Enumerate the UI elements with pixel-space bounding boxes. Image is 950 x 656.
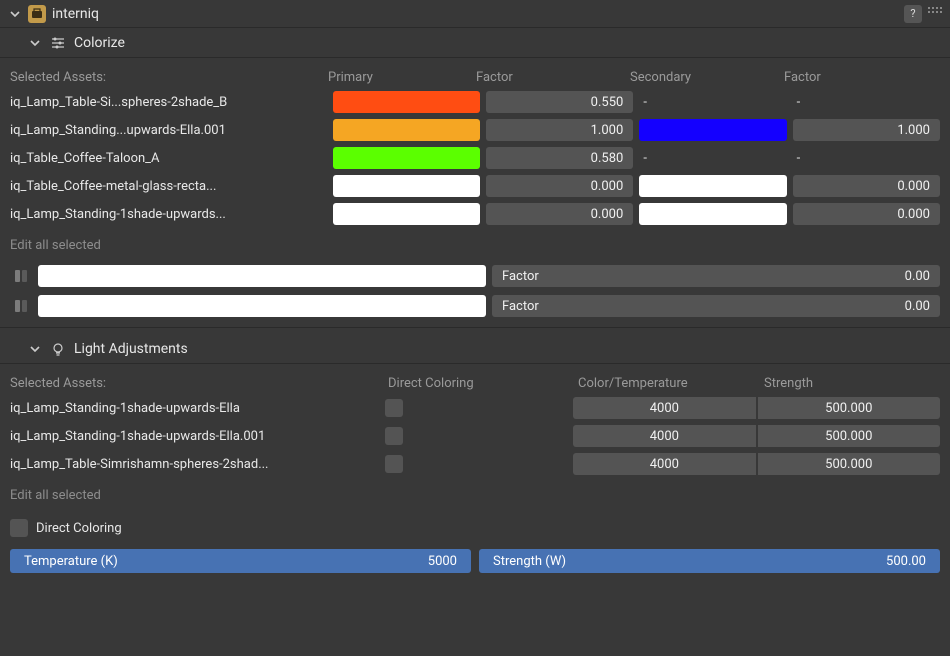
asset-name: iq_Table_Coffee-Taloon_A: [10, 151, 327, 166]
strength-field[interactable]: 500.000: [758, 425, 940, 447]
primary-color-swatch[interactable]: [333, 91, 480, 113]
light-asset-row: iq_Lamp_Standing-1shade-upwards-Ella 4000…: [10, 394, 940, 422]
color-temperature-field[interactable]: 4000: [573, 453, 755, 475]
primary-color-swatch[interactable]: [333, 147, 480, 169]
edit-color-swatch[interactable]: [38, 295, 486, 317]
lightbulb-icon: [50, 341, 66, 357]
light-asset-row: iq_Lamp_Table-Simrishamn-spheres-2shad..…: [10, 450, 940, 478]
asset-row: iq_Lamp_Standing...upwards-Ella.001 1.000…: [10, 116, 940, 144]
secondary-color-swatch[interactable]: [639, 119, 786, 141]
addon-icon: [28, 5, 46, 23]
primary-color-swatch[interactable]: [333, 175, 480, 197]
asset-name: iq_Lamp_Standing-1shade-upwards-Ella.001: [10, 429, 385, 444]
strength-field[interactable]: Strength (W) 500.00: [479, 549, 940, 573]
primary-factor-field[interactable]: 0.000: [486, 175, 633, 197]
no-value-dash: -: [793, 151, 801, 166]
column-strength: Strength: [764, 376, 940, 391]
no-value-dash: -: [639, 151, 647, 166]
subpanel-title: Colorize: [74, 35, 125, 51]
edit-all-row: Factor 0.00: [10, 291, 940, 321]
asset-name: iq_Lamp_Table-Simrishamn-spheres-2shad..…: [10, 457, 385, 472]
column-primary: Primary: [328, 70, 476, 85]
help-icon[interactable]: ?: [904, 5, 922, 23]
edit-factor-field[interactable]: Factor 0.00: [492, 295, 940, 317]
asset-row: iq_Lamp_Table-Si...spheres-2shade_B 0.550…: [10, 88, 940, 116]
primary-factor-field[interactable]: 0.580: [486, 147, 633, 169]
factor-label: Factor: [502, 299, 539, 314]
light-column-headers: Selected Assets: Direct Coloring Color/T…: [10, 372, 940, 394]
selected-assets-label: Selected Assets:: [10, 376, 388, 391]
asset-row: iq_Table_Coffee-metal-glass-recta... 0.00…: [10, 172, 940, 200]
asset-name: iq_Table_Coffee-metal-glass-recta...: [10, 179, 327, 194]
asset-row: iq_Lamp_Standing-1shade-upwards... 0.000 0…: [10, 200, 940, 228]
strength-field[interactable]: 500.000: [758, 397, 940, 419]
temperature-value: 5000: [428, 554, 457, 569]
no-value-dash: -: [793, 95, 801, 110]
chevron-down-icon[interactable]: [8, 7, 22, 21]
selected-assets-label: Selected Assets:: [10, 70, 328, 85]
color-temperature-field[interactable]: 4000: [573, 397, 755, 419]
sliders-icon: [50, 35, 66, 51]
subpanel-header-colorize[interactable]: Colorize: [0, 28, 950, 58]
factor-value: 0.00: [905, 269, 930, 284]
asset-row: iq_Table_Coffee-Taloon_A0.580--: [10, 144, 940, 172]
edit-color-swatch[interactable]: [38, 265, 486, 287]
column-color-temperature: Color/Temperature: [578, 376, 764, 391]
subpanel-header-light[interactable]: Light Adjustments: [0, 334, 950, 364]
secondary-color-swatch[interactable]: [639, 175, 786, 197]
direct-coloring-checkbox[interactable]: [385, 427, 403, 445]
asset-name: iq_Lamp_Table-Si...spheres-2shade_B: [10, 95, 327, 110]
color-picker-icon[interactable]: [10, 268, 32, 284]
color-picker-icon[interactable]: [10, 298, 32, 314]
secondary-color-swatch[interactable]: [639, 203, 786, 225]
edit-factor-field[interactable]: Factor 0.00: [492, 265, 940, 287]
primary-factor-field[interactable]: 0.550: [486, 91, 633, 113]
drag-grip-icon[interactable]: [928, 7, 942, 21]
direct-coloring-checkbox[interactable]: [385, 455, 403, 473]
panel-header: interniq ?: [0, 0, 950, 28]
asset-name: iq_Lamp_Standing-1shade-upwards...: [10, 207, 327, 222]
direct-coloring-checkbox[interactable]: [385, 399, 403, 417]
primary-color-swatch[interactable]: [333, 119, 480, 141]
strength-field[interactable]: 500.000: [758, 453, 940, 475]
edit-all-row: Factor 0.00: [10, 261, 940, 291]
subpanel-title: Light Adjustments: [74, 341, 188, 357]
light-asset-row: iq_Lamp_Standing-1shade-upwards-Ella.001…: [10, 422, 940, 450]
column-secondary: Secondary: [630, 70, 784, 85]
chevron-down-icon[interactable]: [28, 36, 42, 50]
temperature-label: Temperature (K): [24, 554, 118, 569]
primary-color-swatch[interactable]: [333, 203, 480, 225]
direct-coloring-checkbox[interactable]: [10, 519, 28, 537]
colorize-column-headers: Selected Assets: Primary Factor Secondar…: [10, 66, 940, 88]
edit-all-selected-label: Edit all selected: [10, 228, 940, 261]
asset-name: iq_Lamp_Standing-1shade-upwards-Ella: [10, 401, 385, 416]
column-direct-coloring: Direct Coloring: [388, 376, 578, 391]
edit-all-selected-label: Edit all selected: [10, 478, 940, 511]
secondary-factor-field[interactable]: 0.000: [793, 203, 940, 225]
strength-label: Strength (W): [493, 554, 566, 569]
color-temperature-field[interactable]: 4000: [573, 425, 755, 447]
direct-coloring-label: Direct Coloring: [36, 521, 122, 536]
factor-value: 0.00: [905, 299, 930, 314]
secondary-factor-field[interactable]: 1.000: [793, 119, 940, 141]
secondary-factor-field[interactable]: 0.000: [793, 175, 940, 197]
primary-factor-field[interactable]: 0.000: [486, 203, 633, 225]
factor-label: Factor: [502, 269, 539, 284]
asset-name: iq_Lamp_Standing...upwards-Ella.001: [10, 123, 327, 138]
column-factor-primary: Factor: [476, 70, 630, 85]
panel-title: interniq: [52, 6, 99, 22]
primary-factor-field[interactable]: 1.000: [486, 119, 633, 141]
strength-value: 500.00: [886, 554, 926, 569]
column-factor-secondary: Factor: [784, 70, 940, 85]
no-value-dash: -: [639, 95, 647, 110]
chevron-down-icon[interactable]: [28, 342, 42, 356]
temperature-field[interactable]: Temperature (K) 5000: [10, 549, 471, 573]
